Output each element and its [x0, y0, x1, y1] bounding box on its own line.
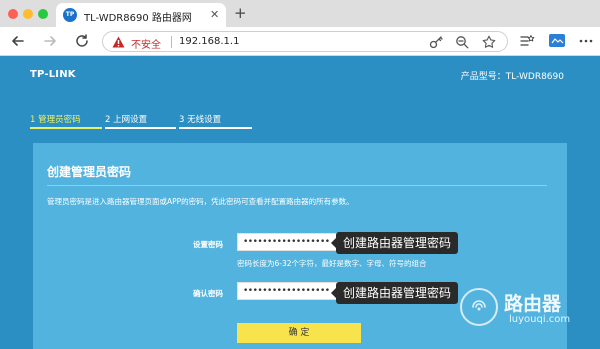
- watermark-text: 路由器: [504, 293, 562, 315]
- watermark-logo-icon: [460, 288, 498, 326]
- product-model: 产品型号：TL-WDR8690: [460, 72, 564, 82]
- warning-icon[interactable]: [112, 36, 125, 48]
- address-bar[interactable]: 不安全 192.168.1.1: [102, 31, 508, 52]
- favorites-list-icon[interactable]: [519, 33, 535, 49]
- browser-tab-bar: TP TL-WDR8690 路由器网 ✕ +: [0, 0, 600, 27]
- browser-tab[interactable]: TP TL-WDR8690 路由器网 ✕: [56, 3, 226, 27]
- card-title: 创建管理员密码: [47, 165, 132, 179]
- watermark-url: luyouqi.com: [509, 314, 571, 325]
- annotation-callout-password: 创建路由器管理密码: [330, 232, 459, 254]
- tp-link-logo: TP-LINK: [30, 69, 76, 80]
- close-window-button[interactable]: [8, 9, 18, 19]
- step-progress-bar-3: [179, 127, 252, 129]
- step-admin-password[interactable]: 1 管理员密码: [30, 113, 81, 125]
- card-divider: [47, 185, 547, 186]
- back-arrow-icon[interactable]: [10, 33, 26, 49]
- step-internet-settings[interactable]: 2 上网设置: [105, 113, 147, 125]
- password-label: 设置密码: [193, 240, 223, 249]
- collections-icon[interactable]: [548, 32, 566, 50]
- minimize-window-button[interactable]: [23, 9, 33, 19]
- forward-arrow-icon[interactable]: [42, 33, 58, 49]
- confirm-button[interactable]: 确 定: [237, 323, 361, 343]
- more-menu-icon[interactable]: [578, 33, 594, 49]
- step-progress-bar-2: [105, 127, 176, 129]
- refresh-icon[interactable]: [74, 33, 90, 49]
- insecure-label[interactable]: 不安全: [131, 36, 161, 51]
- tab-title: TL-WDR8690 路由器网: [84, 13, 192, 24]
- step-progress-bar-1: [30, 127, 102, 129]
- favorite-star-icon[interactable]: [482, 35, 496, 49]
- annotation-callout-confirm: 创建路由器管理密码: [330, 282, 459, 304]
- zoom-window-button[interactable]: [38, 9, 48, 19]
- password-hint: 密码长度为6-32个字符，最好是数字、字母、符号的组合: [237, 259, 427, 268]
- browser-toolbar: 不安全 192.168.1.1: [0, 27, 600, 56]
- tab-close-icon[interactable]: ✕: [210, 8, 219, 21]
- url-text[interactable]: 192.168.1.1: [179, 36, 239, 47]
- step-wireless-settings[interactable]: 3 无线设置: [179, 113, 221, 125]
- confirm-password-label: 确认密码: [193, 289, 223, 298]
- new-tab-icon[interactable]: +: [234, 4, 247, 22]
- card-description: 管理员密码是进入路由器管理页面或APP的密码，凭此密码可查看并配置路由器的所有参…: [47, 197, 354, 206]
- tp-link-favicon-icon: TP: [63, 8, 77, 22]
- key-icon[interactable]: [429, 35, 443, 49]
- zoom-icon[interactable]: [455, 35, 469, 49]
- address-divider: [171, 36, 172, 48]
